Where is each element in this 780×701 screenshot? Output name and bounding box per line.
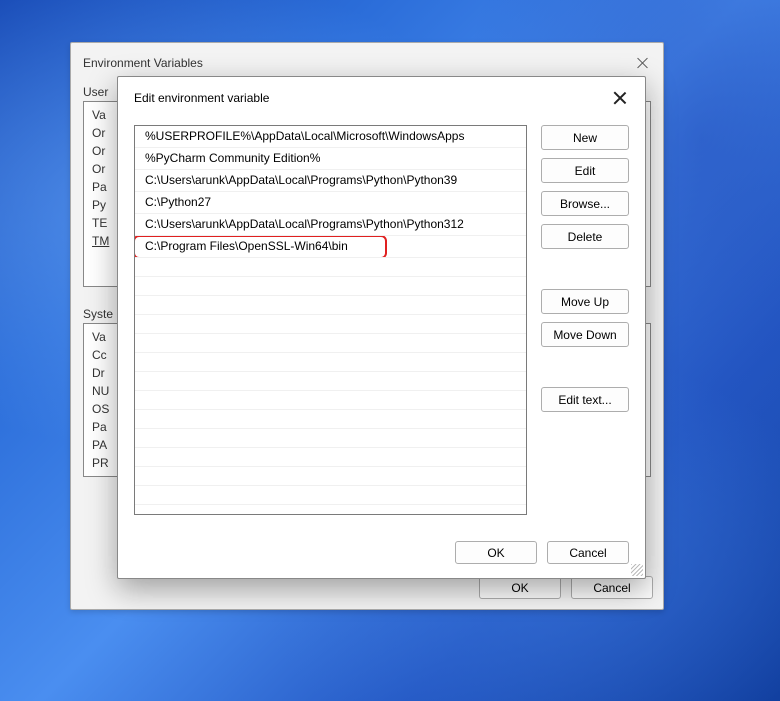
- path-entry[interactable]: [135, 391, 526, 410]
- path-entry[interactable]: [135, 353, 526, 372]
- ok-button[interactable]: OK: [479, 576, 561, 599]
- path-entries-list[interactable]: %USERPROFILE%\AppData\Local\Microsoft\Wi…: [134, 125, 527, 515]
- close-icon[interactable]: [611, 89, 629, 107]
- env-vars-title: Environment Variables: [83, 56, 203, 70]
- path-entry[interactable]: C:\Python27: [135, 192, 526, 214]
- cancel-button[interactable]: Cancel: [571, 576, 653, 599]
- path-entry[interactable]: [135, 277, 526, 296]
- path-entry[interactable]: [135, 315, 526, 334]
- ok-button[interactable]: OK: [455, 541, 537, 564]
- path-entry[interactable]: [135, 486, 526, 505]
- move-up-button[interactable]: Move Up: [541, 289, 629, 314]
- edit-env-dialog: Edit environment variable %USERPROFILE%\…: [117, 76, 646, 579]
- path-entry[interactable]: [135, 296, 526, 315]
- move-down-button[interactable]: Move Down: [541, 322, 629, 347]
- edit-env-title: Edit environment variable: [134, 91, 269, 105]
- path-entry[interactable]: [135, 372, 526, 391]
- edit-text-button[interactable]: Edit text...: [541, 387, 629, 412]
- close-icon[interactable]: [635, 55, 651, 71]
- edit-button[interactable]: Edit: [541, 158, 629, 183]
- path-entry[interactable]: C:\Users\arunk\AppData\Local\Programs\Py…: [135, 170, 526, 192]
- cancel-button[interactable]: Cancel: [547, 541, 629, 564]
- path-entry[interactable]: [135, 334, 526, 353]
- path-entry[interactable]: [135, 467, 526, 486]
- resize-grip-icon[interactable]: [631, 564, 643, 576]
- new-button[interactable]: New: [541, 125, 629, 150]
- path-entry[interactable]: [135, 258, 526, 277]
- path-entry[interactable]: [135, 505, 526, 515]
- path-entry[interactable]: C:\Program Files\OpenSSL-Win64\bin: [135, 236, 526, 258]
- path-entry[interactable]: %PyCharm Community Edition%: [135, 148, 526, 170]
- path-entry[interactable]: [135, 429, 526, 448]
- path-entry[interactable]: C:\Users\arunk\AppData\Local\Programs\Py…: [135, 214, 526, 236]
- browse-button[interactable]: Browse...: [541, 191, 629, 216]
- path-entry[interactable]: [135, 448, 526, 467]
- delete-button[interactable]: Delete: [541, 224, 629, 249]
- path-entry[interactable]: %USERPROFILE%\AppData\Local\Microsoft\Wi…: [135, 126, 526, 148]
- path-entry[interactable]: [135, 410, 526, 429]
